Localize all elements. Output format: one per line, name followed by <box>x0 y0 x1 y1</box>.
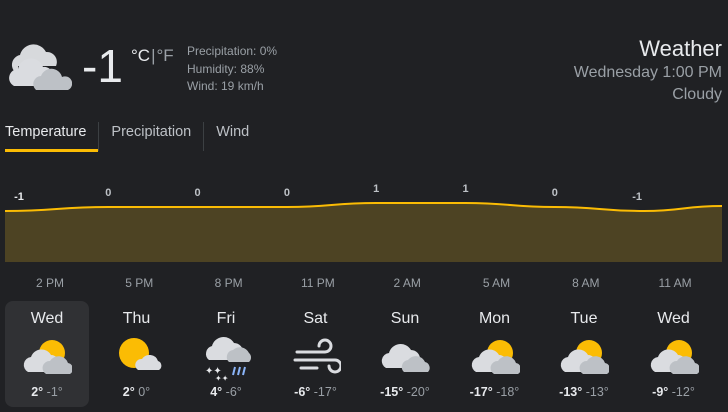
wind-detail: Wind: 19 km/h <box>187 79 264 93</box>
current-temperature: -1 <box>82 40 123 92</box>
time-tick-label: 5 PM <box>125 276 154 290</box>
day-name: Fri <box>216 310 236 327</box>
day-temperatures: 2° 0° <box>95 385 179 399</box>
time-axis: 2 PM 5 PM 8 PM 11 PM 2 AM 5 AM 8 AM 11 AM <box>5 276 722 290</box>
temperature-data-label: -1 <box>632 191 642 203</box>
low-temperature: -17° <box>313 385 337 399</box>
time-tick-label: 2 AM <box>393 276 421 290</box>
high-temperature: -6° <box>294 385 311 399</box>
svg-text:✦✦: ✦✦ <box>215 374 229 382</box>
weather-header: Weather Wednesday 1:00 PM Cloudy <box>574 36 722 106</box>
weather-condition: Cloudy <box>672 86 722 103</box>
day-forecast-wed[interactable]: Wed 2° -1° <box>5 301 89 407</box>
day-temperatures: 4° -6° <box>184 385 268 399</box>
time-tick-label: 5 AM <box>482 276 511 290</box>
day-temperatures: -17° -18° <box>453 385 537 399</box>
low-temperature: -13° <box>585 385 609 399</box>
temperature-data-label: 0 <box>105 187 111 199</box>
day-temperatures: -6° -17° <box>274 385 358 399</box>
day-name: Wed <box>30 310 64 327</box>
weather-title: Weather <box>639 36 722 61</box>
fahrenheit-unit[interactable]: °F <box>157 46 174 65</box>
low-temperature: 0° <box>138 385 151 399</box>
day-forecast-wed[interactable]: Wed -9° -12° <box>632 301 716 407</box>
day-forecast-tue[interactable]: Tue -13° -13° <box>542 301 626 407</box>
precipitation-detail: Precipitation: 0% <box>187 44 278 58</box>
temperature-data-label: 1 <box>373 183 379 195</box>
temperature-data-label: 0 <box>552 187 558 199</box>
day-forecast-fri[interactable]: Fri ✦✦ ✦✦ 4° -6° <box>184 301 268 407</box>
weather-datetime: Wednesday 1:00 PM <box>573 64 722 81</box>
day-forecast-mon[interactable]: Mon -17° -18° <box>453 301 537 407</box>
day-temperatures: 2° -1° <box>5 385 89 399</box>
low-temperature: -1° <box>46 385 63 399</box>
time-tick-label: 8 AM <box>572 276 600 290</box>
high-temperature: -17° <box>469 385 493 399</box>
high-temperature: -15° <box>380 385 404 399</box>
day-forecast-sun[interactable]: Sun -15° -20° <box>363 301 447 407</box>
unit-toggle: °C|°F <box>131 46 174 66</box>
time-tick-label: 11 PM <box>300 276 335 290</box>
chart-tabs: Temperature Precipitation Wind <box>5 122 261 152</box>
day-temperatures: -9° -12° <box>632 385 716 399</box>
tab-wind[interactable]: Wind <box>203 122 261 151</box>
high-temperature: -9° <box>652 385 669 399</box>
temperature-area <box>5 203 722 262</box>
low-temperature: -20° <box>406 385 430 399</box>
tab-temperature[interactable]: Temperature <box>5 122 99 152</box>
time-tick-label: 2 PM <box>35 276 65 290</box>
day-name: Mon <box>478 310 511 327</box>
day-name: Sat <box>303 310 328 327</box>
tab-precipitation[interactable]: Precipitation <box>98 122 203 151</box>
day-name: Tue <box>570 310 598 327</box>
high-temperature: 2° <box>122 385 135 399</box>
day-forecast-sat[interactable]: Sat -6° -17° <box>274 301 358 407</box>
high-temperature: -13° <box>559 385 583 399</box>
low-temperature: -12° <box>671 385 695 399</box>
high-temperature: 4° <box>210 385 223 399</box>
time-tick-label: 11 AM <box>658 276 692 290</box>
temperature-chart: -1 0 0 0 1 1 0 -1 <box>5 183 722 262</box>
day-name: Wed <box>657 310 690 327</box>
high-temperature: 2° <box>31 385 44 399</box>
day-temperatures: -15° -20° <box>363 385 447 399</box>
day-forecast-thu[interactable]: Thu 2° 0° <box>95 301 179 407</box>
temperature-data-label: 1 <box>462 183 468 195</box>
temperature-data-label: -1 <box>14 191 24 203</box>
low-temperature: -18° <box>496 385 520 399</box>
celsius-unit[interactable]: °C <box>131 46 150 65</box>
day-temperatures: -13° -13° <box>542 385 626 399</box>
day-name: Sun <box>390 310 420 327</box>
weather-details: Precipitation: 0% Humidity: 88% Wind: 19… <box>187 43 277 96</box>
partly-cloudy-icon <box>6 42 73 92</box>
daily-forecast: Wed 2° -1° Thu 2° 0° Fri ✦✦ ✦✦ 4° -6° Sat -6° -17… <box>5 301 722 407</box>
temperature-data-label: 0 <box>195 187 201 199</box>
low-temperature: -6° <box>225 385 242 399</box>
time-tick-label: 8 PM <box>214 276 243 290</box>
day-name: Thu <box>122 310 151 327</box>
humidity-detail: Humidity: 88% <box>187 61 265 76</box>
temperature-data-label: 0 <box>284 187 290 199</box>
